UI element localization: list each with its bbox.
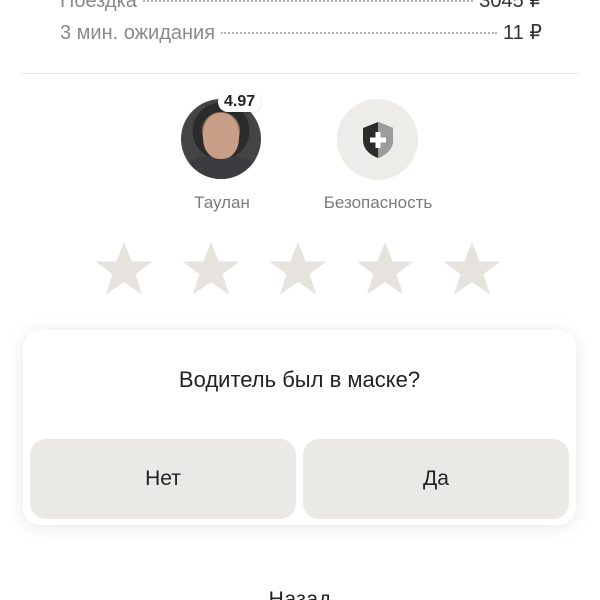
safety-label: Безопасность	[323, 193, 433, 212]
dialog-question: Водитель был в маске?	[178, 367, 421, 392]
star-icon-1[interactable]	[94, 240, 154, 300]
divider	[22, 73, 578, 74]
fare-row-trip: Поездка 3045 ₽	[60, 0, 542, 13]
fare-dots	[142, 0, 474, 2]
no-button[interactable]: Нет	[30, 439, 296, 519]
rating-stars	[94, 240, 502, 300]
fare-dots	[221, 32, 497, 34]
shield-icon	[362, 121, 393, 158]
star-icon-2[interactable]	[181, 240, 241, 300]
driver-rating-badge: 4.97	[218, 92, 262, 112]
yes-button[interactable]: Да	[303, 439, 569, 519]
fare-wait-label: 3 мин. ожидания	[60, 22, 216, 44]
star-icon-5[interactable]	[442, 240, 502, 300]
star-icon-3[interactable]	[268, 240, 328, 300]
mask-question-dialog: Водитель был в маске? Нет Да	[23, 330, 576, 525]
fare-trip-label: Поездка	[60, 0, 137, 12]
safety-button[interactable]	[337, 99, 418, 180]
star-icon-4[interactable]	[355, 240, 415, 300]
fare-trip-amount: 3045 ₽	[479, 0, 542, 12]
driver-name: Таулан	[194, 193, 250, 212]
fare-row-wait: 3 мин. ожидания 11 ₽	[60, 20, 542, 45]
fare-wait-amount: 11 ₽	[502, 22, 542, 44]
back-link[interactable]: Назад	[0, 588, 600, 600]
